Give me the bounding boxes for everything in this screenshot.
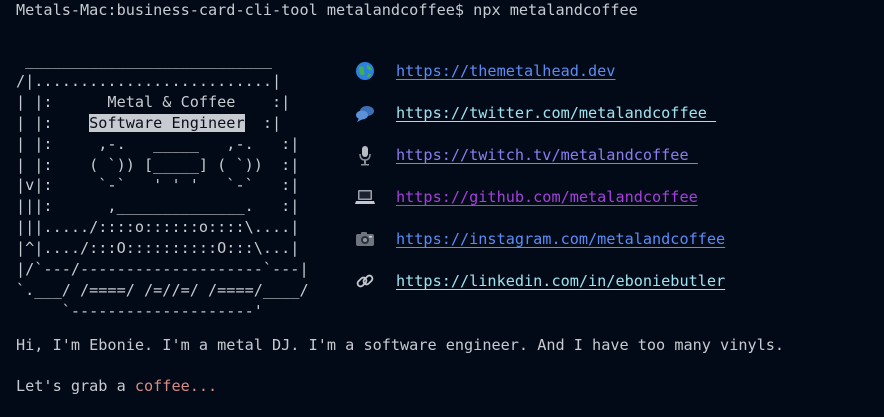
website-link[interactable]: https://themetalhead.dev	[396, 60, 615, 82]
linkedin-link[interactable]: https://linkedin.com/in/eboniebutler	[396, 270, 725, 292]
laptop-icon	[354, 186, 396, 208]
microphone-icon	[354, 144, 396, 166]
card-row: |||...../::::o::::::o::::\....|	[16, 218, 300, 237]
link-icon	[354, 270, 396, 292]
link-item-twitch: https://twitch.tv/metalandcoffee_	[354, 144, 725, 186]
intro-message: Hi, I'm Ebonie. I'm a metal DJ. I'm a so…	[16, 336, 785, 354]
card-row: |/`---/--------------------`---|	[16, 260, 309, 279]
camera-icon	[354, 228, 396, 250]
card-row: | |: Metal & Coffee :|	[16, 92, 291, 111]
link-item-github: https://github.com/metalandcoffee	[354, 186, 725, 228]
link-item-linkedin: https://linkedin.com/in/eboniebutler	[354, 270, 725, 312]
card-row: |^|..../:::O::::::::::O:::\...|	[16, 239, 300, 258]
twitch-link[interactable]: https://twitch.tv/metalandcoffee_	[396, 144, 698, 166]
card-row: /|..........................|	[16, 71, 282, 90]
link-list: https://themetalhead.dev https://twitter…	[354, 60, 725, 312]
terminal-prompt-line: Metals-Mac:business-card-cli-tool metala…	[16, 1, 638, 19]
link-item-instagram: https://instagram.com/metalandcoffee	[354, 228, 725, 270]
card-row: | |: ( `)) [_____] ( `)) :|	[16, 155, 300, 174]
instagram-link[interactable]: https://instagram.com/metalandcoffee	[396, 228, 725, 250]
card-row: |v|: `-` ' ' ' `-` :|	[16, 176, 300, 195]
card-row: |||: ,______________. :|	[16, 197, 300, 216]
card-row: `.___/ /====/ /=//=/ /====/____/	[16, 280, 309, 299]
globe-icon	[354, 60, 396, 82]
job-title-highlight: Software Engineer	[89, 113, 245, 132]
coffee-message: Let's grab a coffee...	[16, 377, 217, 395]
github-link[interactable]: https://github.com/metalandcoffee	[396, 186, 698, 208]
link-item-twitter: https://twitter.com/metalandcoffee_	[354, 102, 725, 144]
card-row: | |: ,-. _____ ,-. :|	[16, 134, 300, 153]
card-row: | |: Software Engineer :|	[16, 113, 282, 132]
link-item-website: https://themetalhead.dev	[354, 60, 725, 102]
speech-bubbles-icon	[354, 102, 396, 124]
twitter-link[interactable]: https://twitter.com/metalandcoffee_	[396, 102, 716, 124]
coffee-message-prefix: Let's grab a	[16, 377, 135, 395]
card-top-border: ___________________________	[16, 51, 273, 69]
ascii-cassette-card: ___________________________ /|..........…	[16, 50, 309, 322]
coffee-highlight: coffee...	[134, 377, 218, 395]
card-row: `--------------------'	[16, 301, 263, 320]
